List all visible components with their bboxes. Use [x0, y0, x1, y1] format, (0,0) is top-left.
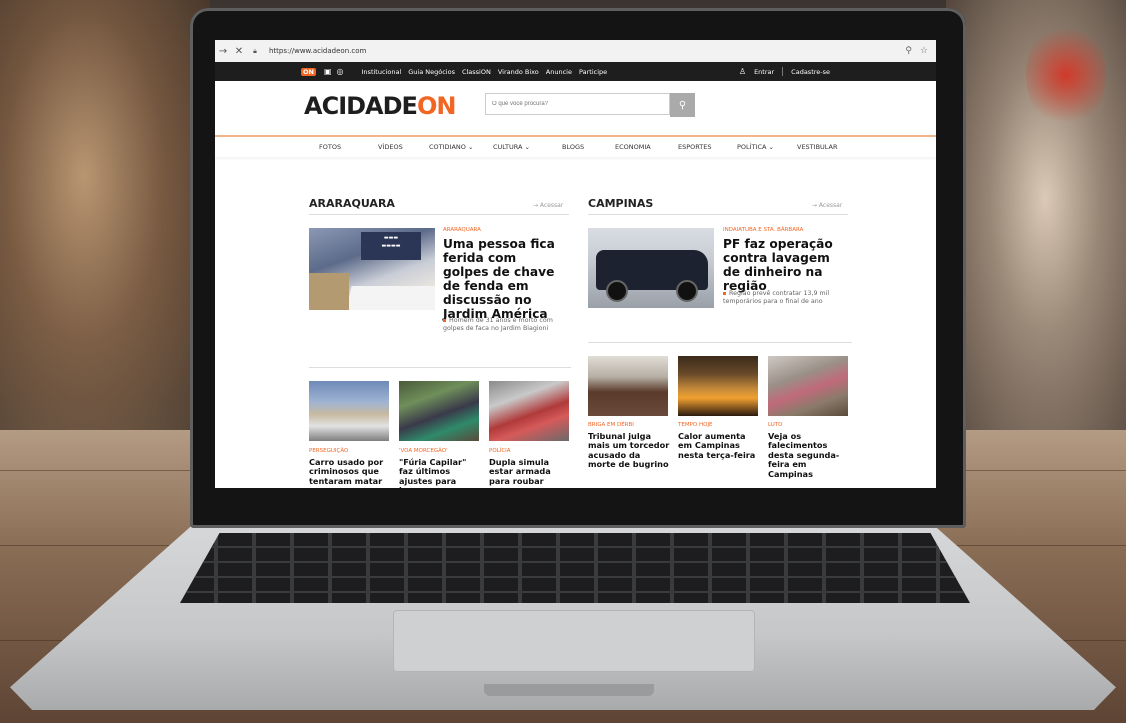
section-divider: [588, 214, 848, 215]
top-link-participe[interactable]: Participe: [579, 68, 607, 76]
divider: [782, 67, 784, 76]
nav-cultura[interactable]: CULTURA ⌄: [493, 143, 530, 151]
nav-economia[interactable]: ECONOMIA: [615, 143, 651, 151]
police-car-graphic: [346, 286, 435, 310]
laptop-trackpad: [393, 610, 755, 672]
search-input[interactable]: [485, 93, 670, 115]
photo-funeral[interactable]: [768, 356, 848, 416]
site-top-bar: ON ▣ ◎ Institucional Guia Negócios Class…: [215, 62, 936, 81]
laptop-keyboard-rows: [180, 533, 970, 603]
top-link-virando-bixo[interactable]: Virando Bixo: [498, 68, 539, 76]
site-logo[interactable]: ACIDADEON: [304, 92, 456, 120]
bookmark-star-icon[interactable]: ☆: [920, 46, 928, 56]
campinas-access-link[interactable]: → Acessar: [812, 202, 842, 209]
background-blur-left: [0, 0, 210, 440]
instagram-icon[interactable]: ◎: [337, 67, 344, 76]
auth-links: ♙ Entrar Cadastre-se: [739, 67, 830, 76]
lock-icon: 🔒︎: [253, 46, 257, 55]
section-divider: [309, 367, 571, 368]
photo-sunset-trees[interactable]: [678, 356, 758, 416]
on-logo[interactable]: ON: [301, 67, 316, 76]
item-headline[interactable]: Veja os falecimentos desta segunda-feira…: [768, 431, 844, 479]
signup-link[interactable]: Cadastre-se: [791, 68, 830, 76]
photo-parked-cars[interactable]: [489, 381, 569, 441]
background-light-spot: [1026, 20, 1106, 130]
search-button[interactable]: ⚲: [670, 93, 695, 117]
top-link-institucional[interactable]: Institucional: [362, 68, 402, 76]
site-header: ACIDADEON ⚲: [215, 81, 936, 137]
araraquara-access-link[interactable]: → Acessar: [533, 202, 563, 209]
item-headline[interactable]: "Fúria Capilar" faz últimos ajustes para…: [399, 457, 479, 488]
item-category[interactable]: 'VOA MORCEGÃO': [399, 448, 448, 454]
search-icon: ⚲: [678, 99, 687, 111]
nav-politica[interactable]: POLÍTICA ⌄: [737, 143, 774, 151]
featured-category[interactable]: INDAIATUBA E STA. BÁRBARA: [723, 227, 803, 233]
zoom-icon[interactable]: ⚲: [905, 46, 912, 56]
section-divider: [588, 342, 852, 343]
top-link-guia-negocios[interactable]: Guia Negócios: [408, 68, 455, 76]
item-headline[interactable]: Carro usado por criminosos que tentaram …: [309, 457, 387, 486]
section-divider: [309, 214, 569, 215]
user-icon: ♙: [738, 67, 747, 76]
item-headline[interactable]: Calor aumenta em Campinas nesta terça-fe…: [678, 431, 758, 460]
laptop-screen: → ✕ 🔒︎ https://www.acidadeon.com ⚲ ☆ ON …: [215, 40, 936, 488]
main-nav: FOTOS VÍDEOS COTIDIANO ⌄ CULTURA ⌄ BLOGS…: [215, 137, 936, 157]
ground-graphic: [309, 273, 349, 310]
top-links: Institucional Guia Negócios ClassiON Vir…: [362, 68, 608, 76]
item-headline[interactable]: Tribunal julga mais um torcedor acusado …: [588, 431, 670, 470]
featured-category[interactable]: ARARAQUARA: [443, 227, 481, 233]
top-link-anuncie[interactable]: Anuncie: [546, 68, 572, 76]
section-title-campinas[interactable]: CAMPINAS: [588, 197, 653, 210]
nav-videos[interactable]: VÍDEOS: [378, 143, 403, 151]
close-icon[interactable]: ✕: [231, 46, 247, 57]
item-category[interactable]: PERSEGUIÇÃO: [309, 448, 348, 454]
logo-text: ACIDADE: [304, 92, 418, 120]
item-headline[interactable]: Dupla simula estar armada para roubar: [489, 457, 567, 486]
laptop-lid-notch: [484, 684, 654, 696]
facebook-icon[interactable]: ▣: [324, 67, 332, 76]
browser-address-bar: → ✕ 🔒︎ https://www.acidadeon.com ⚲ ☆: [215, 40, 936, 63]
wheel-graphic: [606, 280, 628, 302]
featured-headline[interactable]: Uma pessoa fica ferida com golpes de cha…: [443, 237, 563, 321]
photo-carnival-group[interactable]: [399, 381, 479, 441]
top-link-classion[interactable]: ClassiON: [462, 68, 491, 76]
nav-esportes[interactable]: ESPORTES: [678, 143, 712, 151]
back-arrow-icon[interactable]: →: [215, 46, 231, 57]
photo-federal-police-car[interactable]: [588, 228, 714, 308]
nav-cotidiano[interactable]: COTIDIANO ⌄: [429, 143, 473, 151]
item-category[interactable]: BRIGA EM DÉRBI: [588, 422, 634, 428]
featured-headline[interactable]: PF faz operação contra lavagem de dinhei…: [723, 237, 845, 293]
search-box: ⚲: [485, 93, 695, 117]
item-category[interactable]: TEMPO HOJE: [678, 422, 713, 428]
nav-fotos[interactable]: FOTOS: [319, 143, 341, 151]
section-title-araraquara[interactable]: ARARAQUARA: [309, 197, 395, 210]
item-category[interactable]: POLÍCIA: [489, 448, 511, 454]
photo-car-chase[interactable]: [309, 381, 389, 441]
police-sign-graphic: ▬▬▬ ▬▬▬▬: [361, 232, 421, 260]
related-link[interactable]: Região prevê contratar 13,9 mil temporár…: [723, 290, 847, 305]
nav-blogs[interactable]: BLOGS: [562, 143, 584, 151]
photo-police-station[interactable]: ▬▬▬ ▬▬▬▬: [309, 228, 435, 310]
wheel-graphic: [676, 280, 698, 302]
login-link[interactable]: Entrar: [754, 68, 774, 76]
nav-vestibular[interactable]: VESTIBULAR: [797, 143, 838, 151]
photo-courtroom[interactable]: [588, 356, 668, 416]
logo-on-text: ON: [416, 92, 456, 120]
related-link[interactable]: Homem de 31 anos é morto com golpes de f…: [443, 317, 561, 332]
url-text[interactable]: https://www.acidadeon.com: [269, 47, 366, 55]
item-category[interactable]: LUTO: [768, 422, 783, 428]
